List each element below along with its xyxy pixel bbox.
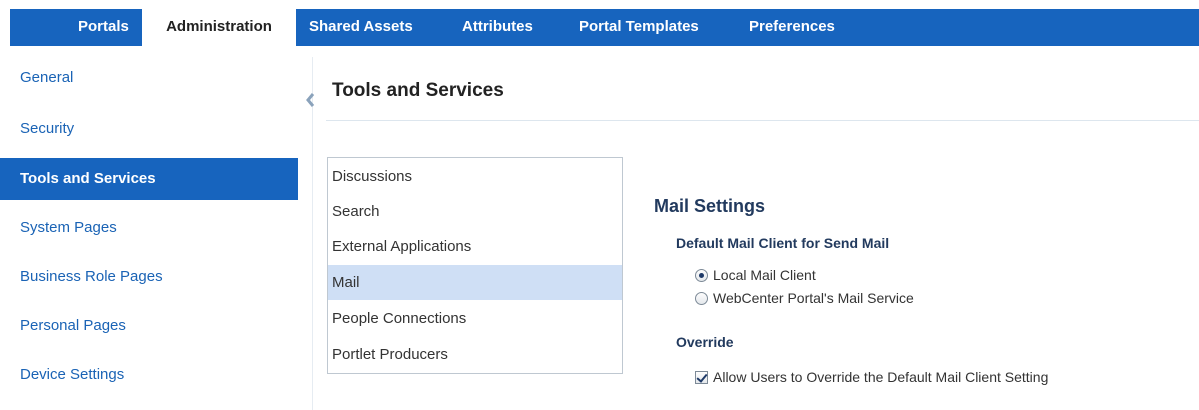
list-item-search[interactable]: Search bbox=[328, 194, 622, 229]
sidebar-item-system-pages[interactable]: System Pages bbox=[0, 207, 298, 249]
local-mail-client-label: Local Mail Client bbox=[713, 267, 816, 283]
sidebar-item-personal-pages[interactable]: Personal Pages bbox=[0, 305, 298, 347]
override-checkbox[interactable] bbox=[695, 370, 708, 384]
sidebar-item-tools-and-services[interactable]: Tools and Services bbox=[0, 158, 298, 200]
tab-portals[interactable]: Portals bbox=[78, 9, 129, 46]
sidebar-item-business-role-pages[interactable]: Business Role Pages bbox=[0, 256, 298, 298]
title-divider bbox=[326, 120, 1199, 121]
tab-shared-assets[interactable]: Shared Assets bbox=[309, 9, 413, 46]
sidebar-item-security[interactable]: Security bbox=[0, 108, 298, 150]
chevron-left-icon[interactable] bbox=[305, 92, 315, 111]
sidebar-item-device-settings[interactable]: Device Settings bbox=[0, 354, 298, 396]
webcenter-mail-service-option[interactable]: WebCenter Portal's Mail Service bbox=[695, 289, 914, 307]
services-list: Discussions Search External Applications… bbox=[327, 157, 623, 374]
list-item-people-connections[interactable]: People Connections bbox=[328, 301, 622, 336]
webcenter-mail-service-radio[interactable] bbox=[695, 291, 708, 305]
tab-preferences[interactable]: Preferences bbox=[749, 9, 835, 46]
sidebar-item-general[interactable]: General bbox=[0, 57, 298, 99]
default-mail-client-heading: Default Mail Client for Send Mail bbox=[676, 235, 890, 251]
tab-administration[interactable]: Administration bbox=[142, 9, 296, 46]
list-item-mail[interactable]: Mail bbox=[328, 265, 622, 300]
list-item-external-applications[interactable]: External Applications bbox=[328, 229, 622, 264]
list-item-portlet-producers[interactable]: Portlet Producers bbox=[328, 337, 622, 372]
local-mail-client-option[interactable]: Local Mail Client bbox=[695, 266, 816, 284]
tab-attributes[interactable]: Attributes bbox=[462, 9, 533, 46]
webcenter-mail-service-label: WebCenter Portal's Mail Service bbox=[713, 290, 914, 306]
list-item-discussions[interactable]: Discussions bbox=[328, 159, 622, 194]
page-title: Tools and Services bbox=[332, 80, 504, 101]
local-mail-client-radio[interactable] bbox=[695, 268, 708, 282]
override-option[interactable]: Allow Users to Override the Default Mail… bbox=[695, 368, 1048, 386]
override-heading: Override bbox=[676, 334, 734, 350]
override-label: Allow Users to Override the Default Mail… bbox=[713, 369, 1049, 385]
tab-portal-templates[interactable]: Portal Templates bbox=[579, 9, 699, 46]
top-tab-bar: Portals Administration Shared Assets Att… bbox=[10, 9, 1199, 46]
mail-settings-title: Mail Settings bbox=[654, 196, 766, 216]
